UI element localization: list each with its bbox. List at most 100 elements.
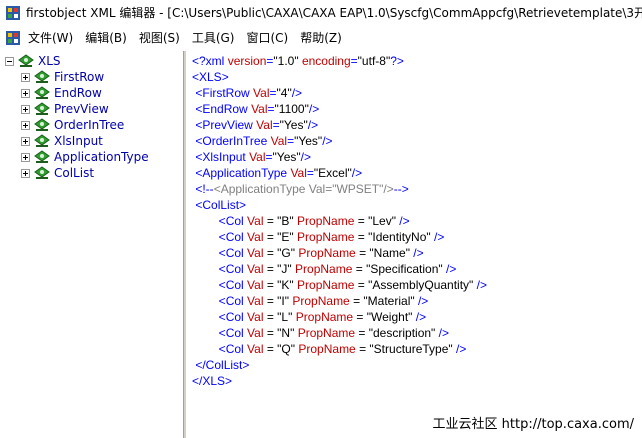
tree-node[interactable]: PrevView — [21, 101, 109, 117]
xml-attr-value: "utf-8" — [357, 54, 391, 68]
expand-toggle[interactable] — [21, 88, 30, 98]
watermark: 工业云社区 http://top.caxa.com/ — [432, 417, 634, 432]
menu-edit[interactable]: 编辑(B) — [85, 29, 127, 46]
element-node-icon — [34, 102, 50, 115]
code-line: <!--<ApplicationType Val="WPSET"/>--> — [192, 181, 487, 197]
code-line: </ColList> — [192, 357, 487, 373]
expand-toggle[interactable] — [21, 152, 30, 162]
xml-root-close: </XLS> — [192, 374, 233, 388]
expand-toggle[interactable] — [21, 104, 30, 114]
tree-node[interactable]: OrderInTree — [21, 117, 124, 133]
code-line: <Col Val = "N" PropName = "description" … — [218, 326, 449, 340]
element-node-icon — [18, 54, 34, 67]
element-node-icon — [34, 86, 50, 99]
window-title: firstobject XML 编辑器 - [C:\Users\Public\C… — [26, 6, 642, 20]
code-line: <FirstRow Val="4"/> — [195, 86, 303, 100]
col-propname: "Material" — [363, 294, 415, 308]
code-line: <OrderInTree Val="Yes"/> — [195, 134, 333, 148]
tree-node[interactable]: EndRow — [21, 85, 102, 101]
col-val: "B" — [277, 214, 294, 228]
xml-collist-open: <ColList> — [195, 198, 247, 212]
xml-tag: FirstRow — [202, 86, 250, 100]
tree-node[interactable]: XlsInput — [21, 133, 103, 149]
document-icon[interactable] — [6, 30, 20, 45]
app-icon — [6, 5, 20, 20]
code-line: <Col Val = "I" PropName = "Material" /> — [218, 294, 429, 308]
menu-window[interactable]: 窗口(C) — [247, 29, 289, 46]
menu-view[interactable]: 视图(S) — [139, 29, 180, 46]
xml-attr-value: "Yes" — [294, 134, 323, 148]
tree-node-label: XLS — [38, 54, 61, 68]
code-line: <PrevView Val="Yes"/> — [195, 118, 319, 132]
xml-attr-name: encoding — [301, 54, 351, 68]
col-val: "N" — [277, 326, 295, 340]
xml-root-open: <XLS> — [192, 70, 229, 84]
xml-tag: XlsInput — [202, 150, 246, 164]
expand-toggle[interactable] — [21, 72, 30, 82]
expand-toggle[interactable] — [21, 136, 30, 146]
xml-tag: PrevView — [202, 118, 253, 132]
col-propname: "IdentityNo" — [368, 230, 431, 244]
collapse-toggle[interactable] — [5, 56, 14, 66]
code-line: <ApplicationType Val="Excel"/> — [195, 166, 363, 180]
code-line: <ColList> — [192, 197, 487, 213]
col-val: "E" — [277, 230, 294, 244]
col-val: "K" — [277, 278, 294, 292]
col-propname: "Specification" — [366, 262, 443, 276]
code-text: <?xml version="1.0" encoding="utf-8"?> <… — [192, 53, 487, 389]
code-line: <XlsInput Val="Yes"/> — [195, 150, 311, 164]
xml-tag: ApplicationType — [202, 166, 288, 180]
xml-attr-value: "Excel" — [313, 166, 352, 180]
xml-attr-value: "1.0" — [273, 54, 299, 68]
xml-tag: OrderInTree — [202, 134, 268, 148]
col-propname: "Lev" — [368, 214, 396, 228]
xml-attr-name: version — [227, 54, 267, 68]
col-propname: "description" — [368, 326, 436, 340]
code-line: <EndRow Val="1100"/> — [195, 102, 320, 116]
code-line: <XLS> — [192, 69, 487, 85]
tree-node[interactable]: FirstRow — [21, 69, 104, 85]
col-val: "G" — [277, 246, 296, 260]
tree-node-label: PrevView — [54, 102, 109, 116]
xml-attr-name: Val — [253, 86, 270, 100]
tree-node-label: OrderInTree — [54, 118, 125, 132]
tree-node[interactable]: ApplicationType — [21, 149, 149, 165]
tree-pane[interactable]: XLS FirstRow EndRow PrevView OrderInTree… — [0, 51, 183, 438]
menu-tools[interactable]: 工具(G) — [192, 29, 235, 46]
xml-editor[interactable]: <?xml version="1.0" encoding="utf-8"?> <… — [186, 51, 642, 438]
xml-comment-close: --> — [393, 182, 409, 196]
element-node-icon — [34, 118, 50, 131]
col-propname: "Weight" — [366, 310, 413, 324]
menu-help[interactable]: 帮助(Z) — [300, 29, 342, 46]
xml-tag: EndRow — [202, 102, 248, 116]
col-val: "Q" — [277, 342, 296, 356]
xml-attr-value: "Yes" — [272, 150, 301, 164]
xml-attr-name: Val — [249, 150, 266, 164]
xml-attr-name: Val — [270, 134, 288, 148]
tree-node-label: ColList — [54, 166, 95, 180]
expand-toggle[interactable] — [21, 120, 30, 130]
element-node-icon — [34, 150, 50, 163]
xml-attr-value: "1100" — [274, 102, 309, 116]
element-node-icon — [34, 70, 50, 83]
code-line: <Col Val = "Q" PropName = "StructureType… — [218, 342, 467, 356]
xml-collist-close: </ColList> — [195, 358, 250, 372]
xml-attr-value: "Yes" — [279, 118, 308, 132]
xml-attr-value: "4" — [276, 86, 292, 100]
tree-node-root[interactable]: XLS — [5, 53, 61, 69]
main-area: XLS FirstRow EndRow PrevView OrderInTree… — [0, 51, 642, 438]
tree-node[interactable]: ColList — [21, 165, 94, 181]
title-bar: firstobject XML 编辑器 - [C:\Users\Public\C… — [0, 0, 642, 25]
menu-file[interactable]: 文件(W) — [28, 29, 73, 46]
tree-node-label: EndRow — [54, 86, 102, 100]
expand-toggle[interactable] — [21, 168, 30, 178]
code-line: <Col Val = "L" PropName = "Weight" /> — [218, 310, 427, 324]
code-line: <Col Val = "J" PropName = "Specification… — [218, 262, 457, 276]
xml-attr-name: Val — [290, 166, 307, 180]
xml-comment-body: <ApplicationType Val="WPSET"/> — [213, 182, 394, 196]
code-line: </XLS> — [192, 373, 487, 389]
col-val: "L" — [277, 310, 293, 324]
col-propname: "Name" — [369, 246, 410, 260]
tree-node-label: ApplicationType — [54, 150, 149, 164]
col-val: "I" — [277, 294, 290, 308]
